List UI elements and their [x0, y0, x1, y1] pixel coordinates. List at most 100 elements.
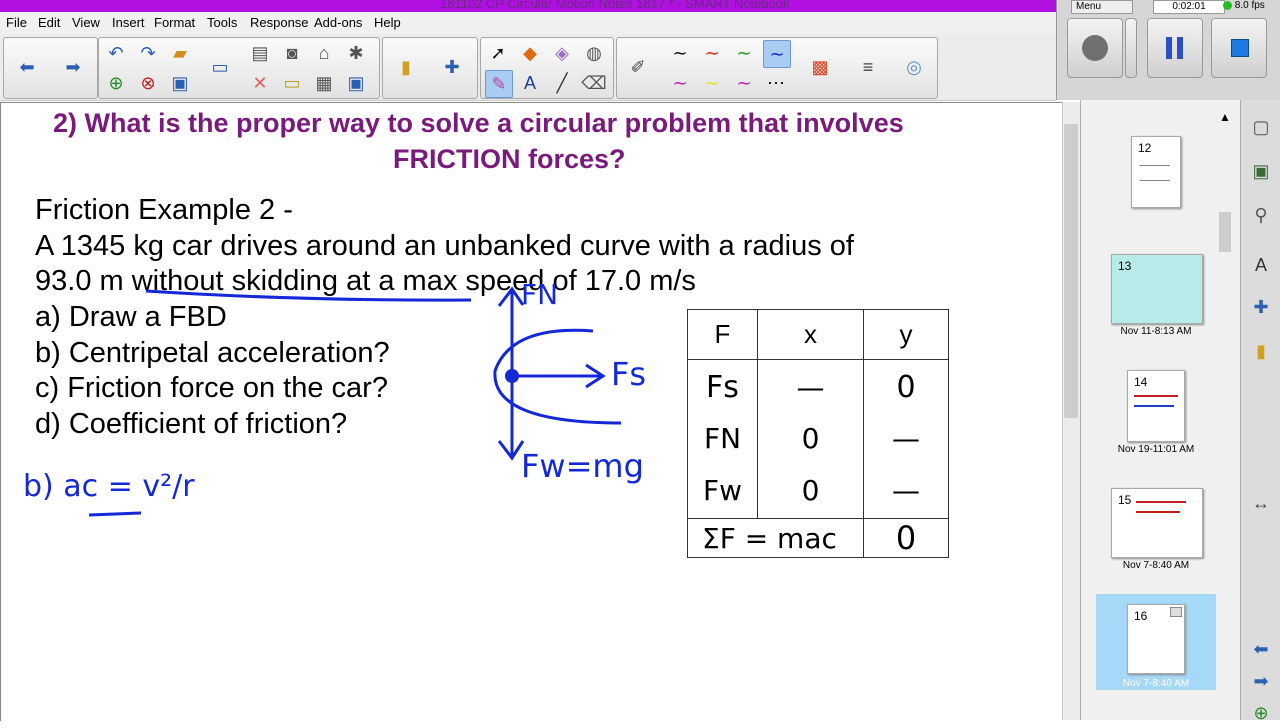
delete-icon[interactable]: ✕ [247, 70, 273, 96]
sum-y-cell: 0 [863, 518, 949, 558]
text-icon[interactable]: A [517, 70, 543, 96]
scroll-up-icon[interactable]: ▲ [1219, 110, 1231, 124]
record-options-button[interactable] [1125, 18, 1137, 78]
sorter-scrollbar-thumb[interactable] [1219, 212, 1231, 252]
pen-pink-icon[interactable]: ∼ [731, 70, 757, 96]
addons-tab-icon[interactable]: ✚ [1245, 292, 1277, 322]
table-cell: — [757, 359, 864, 415]
window-title-bar: 181102 CP Circular Motion Notes 1817 * -… [0, 0, 1056, 12]
attachments-tab-icon[interactable]: ⚲ [1245, 200, 1277, 230]
gallery-tab-icon[interactable]: ▣ [1245, 156, 1277, 186]
undo-icon[interactable]: ↶ [103, 40, 129, 66]
force-table: F x y Fs — 0 FN 0 — Fw 0 — ΣF = mac 0 [687, 309, 949, 558]
menu-file[interactable]: File [6, 15, 27, 30]
table-sum-row: ΣF = mac 0 [687, 518, 949, 558]
stop-icon [1231, 39, 1249, 57]
menu-view[interactable]: View [72, 15, 100, 30]
record-button[interactable] [1067, 18, 1123, 78]
screen-shade-icon[interactable]: ▭ [207, 54, 233, 80]
pen-black-icon[interactable]: ∼ [667, 40, 693, 66]
menu-help[interactable]: Help [374, 15, 401, 30]
status-dot-icon [1223, 0, 1232, 10]
capture-icon[interactable]: ◙ [279, 40, 305, 66]
table-header: x [757, 309, 864, 360]
page-number: 15 [1118, 493, 1132, 507]
page-thumbnail-current[interactable]: 16 [1127, 604, 1185, 674]
pen-red-icon[interactable]: ∼ [699, 40, 725, 66]
add-page-side-icon[interactable]: ⊕ [1245, 698, 1277, 728]
line-icon[interactable]: ╱ [549, 70, 575, 96]
table-cell: Fs [687, 359, 758, 415]
next-arrow-icon[interactable]: ➡ [1245, 666, 1277, 696]
previous-page-icon[interactable]: ⬅ [14, 54, 40, 80]
save-icon[interactable]: ▣ [167, 70, 193, 96]
page-number: 13 [1118, 259, 1132, 273]
response-tab-icon[interactable]: ▮ [1245, 336, 1277, 366]
table-header-row: F x y [687, 309, 949, 360]
pen-yellow-icon[interactable]: ∼ [699, 70, 725, 96]
eraser-icon[interactable]: ⌫ [581, 70, 607, 96]
fbd-center-dot [505, 369, 519, 383]
table-header: y [863, 309, 949, 360]
friction-force-label: Fs [611, 355, 647, 393]
select-arrow-icon[interactable]: ➚ [485, 40, 511, 66]
properties-tab-icon[interactable]: A [1245, 250, 1277, 280]
recorder-menu-button[interactable]: Menu [1071, 0, 1133, 14]
color-palette-icon[interactable]: ▩ [807, 54, 833, 80]
menu-bar: File Edit View Insert Format Tools Respo… [0, 12, 1056, 34]
record-icon [1082, 35, 1108, 61]
delete-page-icon[interactable]: ⊗ [135, 70, 161, 96]
menu-edit[interactable]: Edit [38, 15, 60, 30]
pen-type-icon[interactable]: ✐ [625, 54, 651, 80]
table-cell: — [863, 462, 949, 519]
pen-green-icon[interactable]: ∼ [731, 40, 757, 66]
page-thumbnail[interactable]: 14 [1127, 370, 1185, 442]
line-style-icon[interactable]: ≡ [855, 54, 881, 80]
full-screen-icon[interactable]: ▭ [279, 70, 305, 96]
pause-button[interactable] [1147, 18, 1203, 78]
menu-response[interactable]: Response [250, 15, 309, 30]
drawing-tools-group: ➚ ◆ ◈ ◍ ✎ A ╱ ⌫ [480, 37, 614, 99]
weight-force-label: Fw=mg [521, 447, 644, 485]
menu-insert[interactable]: Insert [112, 15, 145, 30]
paste-icon[interactable]: ▤ [247, 40, 273, 66]
page-menu-icon[interactable] [1170, 607, 1182, 617]
fill-icon[interactable]: ◍ [581, 40, 607, 66]
notebook-page[interactable]: 2) What is the proper way to solve a cir… [0, 102, 1063, 721]
document-camera-icon[interactable]: ⌂ [311, 40, 337, 66]
add-page-icon[interactable]: ⊕ [103, 70, 129, 96]
stop-button[interactable] [1211, 18, 1267, 78]
menu-addons[interactable]: Add-ons [314, 15, 362, 30]
pen-blue-icon[interactable]: ∼ [763, 40, 791, 68]
page-thumbnail[interactable]: 12 [1131, 136, 1181, 208]
properties-icon[interactable]: ◎ [901, 54, 927, 80]
puzzle-icon[interactable]: ✚ [439, 54, 465, 80]
pen-dashed-icon[interactable]: ⋯ [763, 70, 789, 96]
shape-icon[interactable]: ◆ [517, 40, 543, 66]
open-folder-icon[interactable]: ▰ [167, 40, 193, 66]
pens-icon[interactable]: ✎ [485, 70, 513, 98]
move-sidebar-icon[interactable]: ↔ [1245, 488, 1277, 518]
page-caption: Nov 11-8:13 AM [1120, 326, 1192, 337]
previous-arrow-icon[interactable]: ⬅ [1245, 634, 1277, 664]
next-page-icon[interactable]: ➡ [60, 54, 86, 80]
table-cell: 0 [757, 462, 864, 519]
table-icon[interactable]: ▦ [311, 70, 337, 96]
edit-group: ↶ ↷ ▰ ⊕ ⊗ ▣ ▭ ▤ ◙ ⌂ ✱ ✕ ▭ ▦ ▣ [98, 37, 380, 99]
toolbar: ⬅ ➡ ↶ ↷ ▰ ⊕ ⊗ ▣ ▭ ▤ ◙ ⌂ ✱ ✕ ▭ ▦ ▣ ▮ ✚ ➚ … [0, 34, 1056, 101]
table-cell: 0 [757, 415, 864, 462]
response-icon[interactable]: ▮ [393, 54, 419, 80]
tools-icon[interactable]: ✱ [343, 40, 369, 66]
table-row: Fw 0 — [687, 462, 949, 519]
eraser-shape-icon[interactable]: ◈ [549, 40, 575, 66]
page-thumbnail[interactable]: 15 [1111, 488, 1203, 558]
page-thumbnail[interactable]: 13 [1111, 254, 1203, 324]
pen-magenta-icon[interactable]: ∼ [667, 70, 693, 96]
menu-tools[interactable]: Tools [207, 15, 237, 30]
dual-page-icon[interactable]: ▣ [343, 70, 369, 96]
canvas-scrollbar-thumb[interactable] [1064, 124, 1078, 418]
menu-format[interactable]: Format [154, 15, 195, 30]
page-sorter-tab-icon[interactable]: ▢ [1245, 112, 1277, 142]
pen-style-group: ✐ ∼ ∼ ∼ ∼ ∼ ∼ ∼ ⋯ ▩ ≡ ◎ [616, 37, 938, 99]
redo-icon[interactable]: ↷ [135, 40, 161, 66]
